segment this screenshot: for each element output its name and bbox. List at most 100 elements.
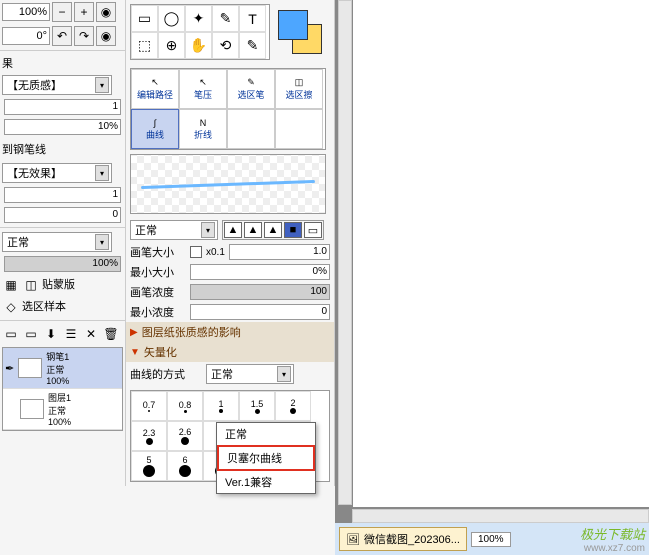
min-size-slider[interactable]: 0% (190, 264, 330, 280)
density-slider[interactable]: 100 (190, 284, 330, 300)
subtool-label: 折线 (194, 128, 212, 141)
tool-text[interactable]: T (239, 5, 266, 32)
horizontal-scrollbar[interactable] (352, 509, 649, 523)
blend-mode-dropdown[interactable]: 正常 ▾ (2, 232, 112, 252)
layer-row[interactable]: ✒ 钢笔1 正常 100% (3, 348, 122, 389)
tool-lasso[interactable]: ◯ (158, 5, 185, 32)
main-tool-grid: ▭ ◯ ✦ ✎ T ⬚ ⊕ ✋ ⟲ ✎ (130, 4, 270, 60)
curve-option-normal[interactable]: 正常 (217, 423, 315, 445)
subtool-curve[interactable]: ∫曲线 (131, 109, 179, 149)
mask-icon[interactable]: ◫ (22, 276, 40, 294)
tool-select-rect[interactable]: ▭ (131, 5, 158, 32)
brush-size-preset[interactable]: 2.6 (167, 421, 203, 451)
brush-shape-custom[interactable]: ▭ (304, 222, 322, 238)
transfer-down-button[interactable]: ⬇ (42, 325, 60, 343)
subtool-select-erase[interactable]: ◫选区擦 (275, 69, 323, 109)
sub-tool-grid: ↖编辑路径 ↖笔压 ✎选区笔 ◫选区擦 ∫曲线 N折线 (130, 68, 326, 150)
rotate-left-button[interactable]: ↶ (52, 26, 72, 46)
foreground-color[interactable] (278, 10, 308, 40)
slider-value: 0% (313, 265, 327, 279)
vertical-scrollbar[interactable] (338, 0, 352, 505)
brush-size-preset[interactable]: 2.3 (131, 421, 167, 451)
quality-section-label: 果 (0, 53, 125, 73)
vector-section-header[interactable]: ▼ 矢量化 (126, 342, 334, 362)
curve-option-bezier[interactable]: 贝塞尔曲线 (217, 445, 315, 471)
layer-row[interactable]: 图层1 正常 100% (3, 389, 122, 430)
size-pressure-checkbox[interactable] (190, 246, 202, 258)
merge-button[interactable]: ☰ (62, 325, 80, 343)
subtool-select-pen[interactable]: ✎选区笔 (227, 69, 275, 109)
triangle-right-icon: ▶ (130, 327, 138, 338)
chevron-down-icon: ▾ (277, 366, 291, 382)
min-density-slider[interactable]: 0 (190, 304, 330, 320)
preset-size-label: 0.7 (143, 400, 156, 410)
slider-value: 0 (112, 208, 118, 222)
slider-value: 100% (92, 257, 118, 271)
dot-icon (219, 409, 223, 413)
dot-icon (290, 408, 296, 414)
rotate-reset-button[interactable]: ◉ (96, 26, 116, 46)
brush-blend-dropdown[interactable]: 正常 ▾ (130, 220, 218, 240)
layer-list: ✒ 钢笔1 正常 100% 图层1 正常 100% (2, 347, 123, 431)
subtool-empty (275, 109, 323, 149)
brush-shape-hard[interactable]: ▲ (264, 222, 282, 238)
zoom-reset-button[interactable]: ◉ (96, 2, 116, 22)
brush-shape-med[interactable]: ▲ (244, 222, 262, 238)
image-icon: 🖼 (346, 533, 360, 546)
brush-size-slider[interactable]: 1.0 (229, 244, 330, 260)
quality-slider-2[interactable]: 10% (4, 119, 121, 135)
lock-alpha-icon[interactable]: ▦ (2, 276, 20, 294)
tool-pen[interactable]: ✎ (212, 5, 239, 32)
zoom-input[interactable] (2, 3, 50, 21)
tool-move[interactable]: ⬚ (131, 32, 158, 59)
dot-icon (179, 465, 191, 477)
delete-layer-button[interactable]: 🗑 (102, 325, 120, 343)
tool-rotate[interactable]: ⟲ (212, 32, 239, 59)
new-layer-button[interactable]: ▭ (2, 325, 20, 343)
layer-opacity-slider[interactable]: 100% (4, 256, 121, 272)
brush-size-preset[interactable]: 0.7 (131, 391, 167, 421)
taskbar-zoom-badge: 100% (471, 532, 511, 547)
tool-eyedropper[interactable]: ✎ (239, 32, 266, 59)
tool-zoom[interactable]: ⊕ (158, 32, 185, 59)
quality-slider-1[interactable]: 1 (4, 99, 121, 115)
quality-dropdown[interactable]: 【无质感】 ▾ (2, 75, 112, 95)
curve-method-dropdown[interactable]: 正常 ▾ (206, 364, 294, 384)
canvas-area (335, 0, 649, 555)
subtool-polyline[interactable]: N折线 (179, 109, 227, 149)
tool-wand[interactable]: ✦ (185, 5, 212, 32)
zoom-out-button[interactable]: − (52, 2, 72, 22)
canvas[interactable] (353, 0, 649, 507)
brush-size-preset[interactable]: 6 (167, 451, 203, 481)
color-swatches[interactable] (278, 10, 322, 54)
selection-sample-label: 选区样本 (22, 298, 66, 316)
zoom-in-button[interactable]: + (74, 2, 94, 22)
effect-slider-1[interactable]: 1 (4, 187, 121, 203)
taskbar-item[interactable]: 🖼 微信截图_202306... (339, 527, 467, 551)
rotation-input[interactable] (2, 27, 50, 45)
layer-opacity: 100% (46, 376, 69, 386)
subtool-pressure[interactable]: ↖笔压 (179, 69, 227, 109)
rotate-right-button[interactable]: ↷ (74, 26, 94, 46)
brush-size-preset[interactable]: 1.5 (239, 391, 275, 421)
brush-shape-flat[interactable]: ■ (284, 222, 302, 238)
subtool-label: 笔压 (194, 88, 212, 101)
brush-size-preset[interactable]: 0.8 (167, 391, 203, 421)
new-folder-button[interactable]: ▭ (22, 325, 40, 343)
watermark-url: www.xz7.com (574, 543, 645, 554)
texture-section-header[interactable]: ▶ 图层纸张质感的影响 (126, 322, 334, 342)
effect-dropdown[interactable]: 【无效果】 ▾ (2, 163, 112, 183)
effect-slider-2[interactable]: 0 (4, 207, 121, 223)
brush-size-preset[interactable]: 2 (275, 391, 311, 421)
curve-method-label: 曲线的方式 (130, 366, 202, 382)
brush-shape-soft[interactable]: ▲ (224, 222, 242, 238)
curve-option-v1compat[interactable]: Ver.1兼容 (217, 471, 315, 493)
clear-button[interactable]: ✕ (82, 325, 100, 343)
selection-icon[interactable]: ◇ (2, 298, 20, 316)
brush-size-preset[interactable]: 5 (131, 451, 167, 481)
subtool-edit-path[interactable]: ↖编辑路径 (131, 69, 179, 109)
texture-section-label: 图层纸张质感的影响 (142, 324, 241, 340)
brush-size-preset[interactable]: 1 (203, 391, 239, 421)
tool-hand[interactable]: ✋ (185, 32, 212, 59)
polyline-icon: N (200, 118, 207, 128)
